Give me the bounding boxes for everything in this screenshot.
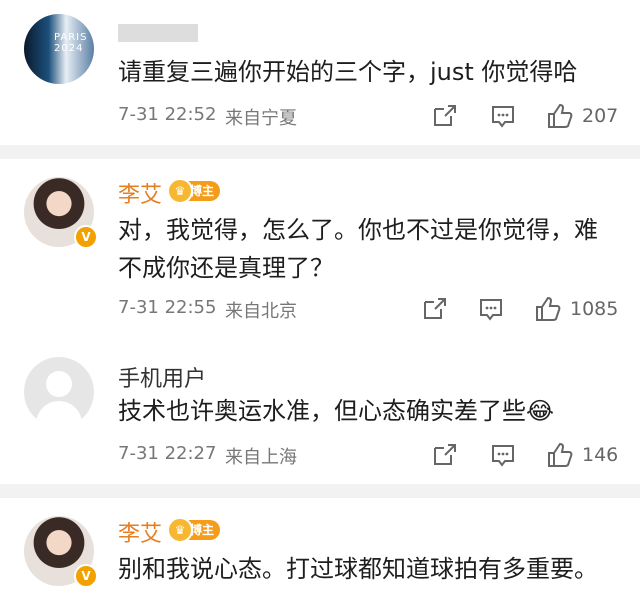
separator [0,145,640,159]
share-icon [434,444,456,465]
comment-location: 来自北京 [225,301,297,322]
crown-icon: ♛ [167,517,193,543]
comment-3: 手机用户 技术也许奥运水准，但心态确实差了些😂 7-31 22:27 来自上海 … [0,339,640,484]
comment-location: 来自上海 [225,447,297,468]
thumbs-up-icon [548,103,573,128]
verified-badge-icon: V [74,564,98,588]
avatar[interactable]: PARIS 2024 [24,14,94,84]
commenter-name[interactable]: 李艾 [118,177,162,209]
share-icon [424,298,446,319]
commenter-name[interactable]: 李艾 [118,516,162,548]
like-count: 1085 [570,298,619,320]
comment-text-line1: 对，我觉得，怎么了。你也不过是你觉得，难 [118,216,598,244]
default-avatar[interactable] [24,357,94,427]
comment-text: 请重复三遍你开始的三个字，just 你觉得哈 [118,58,578,86]
comment-text: 技术也许奥运水准，但心态确实差了些😂 [118,397,555,425]
laughing-emoji: 😂 [526,397,555,425]
comment-button[interactable] [490,103,516,129]
comment-icon [492,106,514,128]
like-button[interactable]: 1085 [534,295,618,323]
blogger-badge: ♛ 博主 [167,517,221,543]
comment-button[interactable] [490,442,516,468]
comment-2: V 李艾 ♛ 博主 对，我觉得，怎么了。你也不过是你觉得，难 不成你还是真理了？… [0,159,640,339]
thumbs-up-icon [548,442,573,467]
crown-icon: ♛ [167,178,193,204]
comment-icon [492,445,514,467]
comment-4: V 李艾 ♛ 博主 别和我说心态。打过球都知道球拍有多重要。 [0,498,640,589]
like-count: 146 [582,444,619,466]
comment-time: 7-31 22:55 [118,297,217,318]
share-icon [434,105,456,126]
paris-2024-logo: PARIS 2024 [54,32,88,54]
comment-location: 来自宁夏 [225,108,297,129]
comment-text: 别和我说心态。打过球都知道球拍有多重要。 [118,555,598,583]
commenter-name[interactable]: 手机用户 [118,361,206,393]
redacted-name [118,24,198,42]
thumbs-up-icon [536,296,561,321]
share-button[interactable] [422,296,448,322]
like-count: 207 [582,105,619,127]
verified-badge-icon: V [74,225,98,249]
comment-time: 7-31 22:52 [118,104,217,125]
comment-text-line2: 不成你还是真理了？ [118,254,334,282]
comment-button[interactable] [478,296,504,322]
comment-1: PARIS 2024 请重复三遍你开始的三个字，just 你觉得哈 7-31 2… [0,0,640,145]
separator [0,484,640,498]
share-button[interactable] [432,442,458,468]
blogger-badge: ♛ 博主 [167,178,221,204]
comment-time: 7-31 22:27 [118,443,217,464]
like-button[interactable]: 146 [546,441,618,469]
comment-icon [480,299,502,321]
share-button[interactable] [432,103,458,129]
like-button[interactable]: 207 [546,102,618,130]
